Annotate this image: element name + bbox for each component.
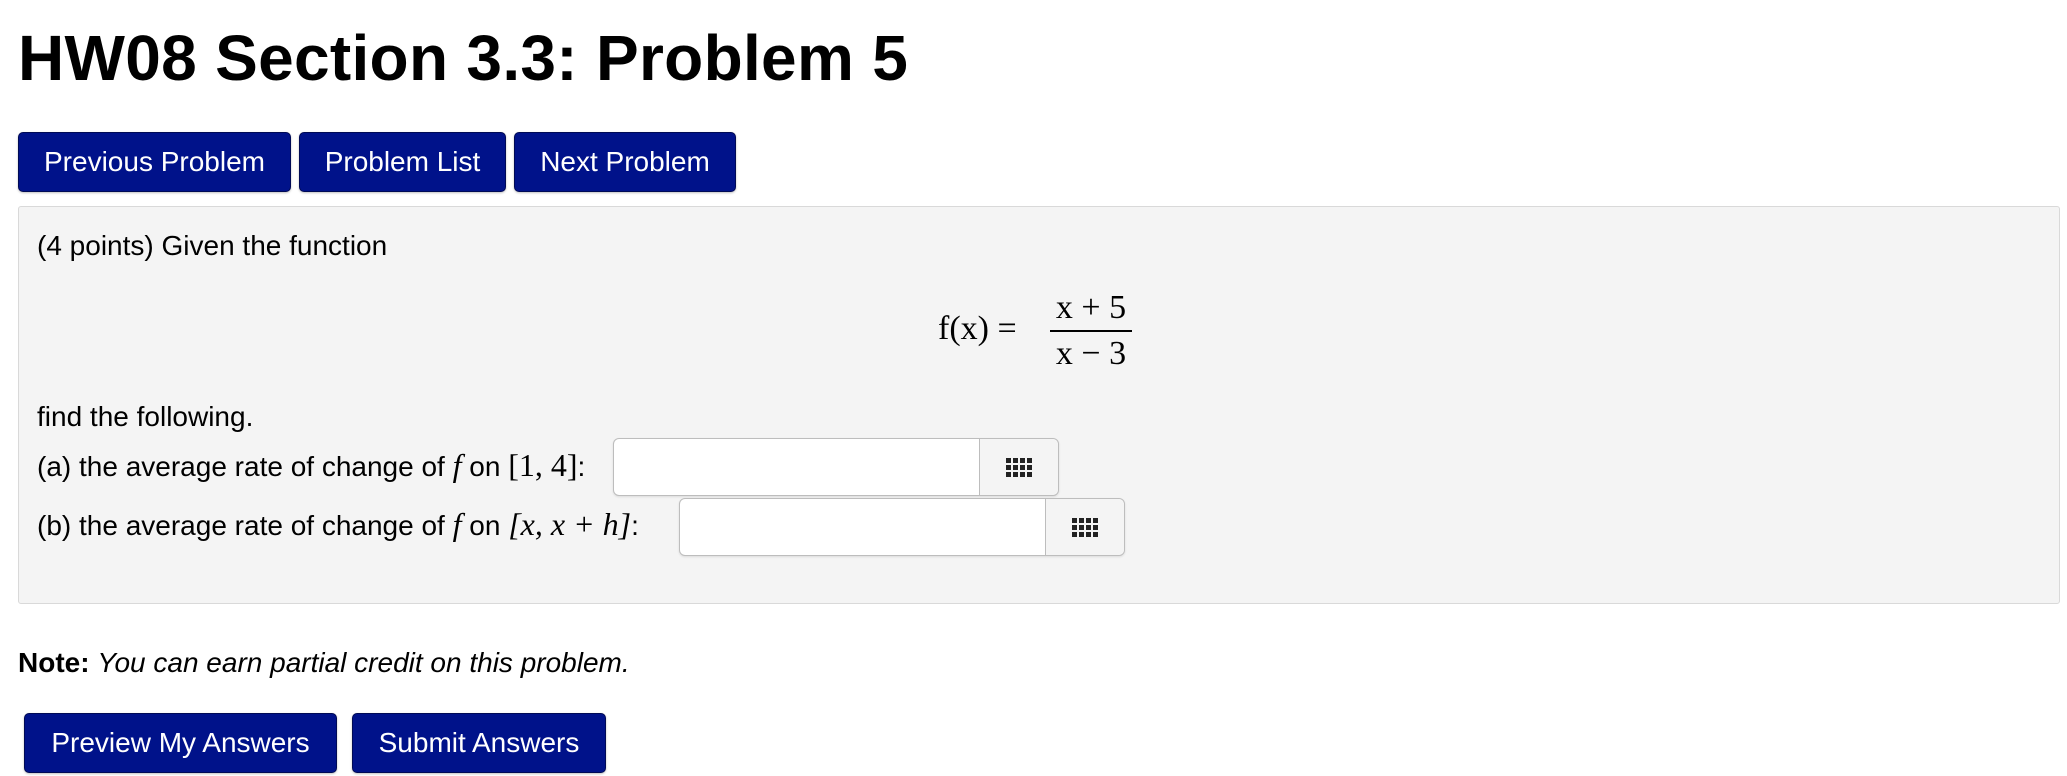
part-a-interval: [1, 4] bbox=[508, 447, 578, 483]
part-a-equation-editor-button[interactable] bbox=[979, 439, 1058, 495]
problem-list-button[interactable]: Problem List bbox=[299, 132, 506, 192]
part-a-answer-input[interactable] bbox=[614, 439, 980, 495]
note-label: Note: bbox=[18, 647, 90, 678]
note-text: You can earn partial credit on this prob… bbox=[97, 647, 630, 678]
part-a-on: on bbox=[469, 451, 501, 482]
fraction-bar bbox=[1050, 330, 1132, 332]
problem-instruction: find the following. bbox=[37, 401, 254, 432]
part-b-label: (b) the average rate of change of f on [… bbox=[37, 507, 639, 543]
fraction-denominator: x − 3 bbox=[1055, 335, 1127, 372]
function-fraction: x + 5 x − 3 bbox=[1050, 288, 1132, 374]
part-b-interval: [x, x + h] bbox=[508, 506, 632, 542]
part-b-on: on bbox=[469, 510, 501, 541]
page: HW08 Section 3.3: Problem 5 Previous Pro… bbox=[0, 0, 2067, 776]
part-a-func: f bbox=[452, 447, 462, 483]
page-title: HW08 Section 3.3: Problem 5 bbox=[18, 22, 909, 94]
problem-intro: (4 points) Given the function bbox=[37, 230, 388, 261]
grid-icon bbox=[1072, 517, 1099, 537]
partial-credit-note: Note: You can earn partial credit on thi… bbox=[18, 646, 630, 680]
part-a-prefix: (a) the average rate of change of bbox=[37, 451, 445, 482]
part-b-prefix: (b) the average rate of change of bbox=[37, 510, 445, 541]
next-problem-button[interactable]: Next Problem bbox=[514, 132, 736, 192]
part-b-func: f bbox=[452, 506, 462, 542]
part-b-answer-group bbox=[679, 498, 1125, 556]
part-a-label: (a) the average rate of change of f on [… bbox=[37, 448, 585, 484]
part-a-answer-group bbox=[613, 438, 1059, 496]
part-b-answer-input[interactable] bbox=[680, 499, 1046, 555]
fraction-numerator: x + 5 bbox=[1055, 289, 1127, 326]
part-b-equation-editor-button[interactable] bbox=[1045, 499, 1124, 555]
part-a-suffix: : bbox=[577, 451, 586, 482]
preview-answers-button[interactable]: Preview My Answers bbox=[24, 713, 337, 773]
grid-icon bbox=[1006, 457, 1033, 477]
previous-problem-button[interactable]: Previous Problem bbox=[18, 132, 291, 192]
part-b-suffix: : bbox=[631, 510, 639, 541]
submit-answers-button[interactable]: Submit Answers bbox=[352, 713, 606, 773]
function-lhs: f(x) = bbox=[938, 310, 1017, 347]
